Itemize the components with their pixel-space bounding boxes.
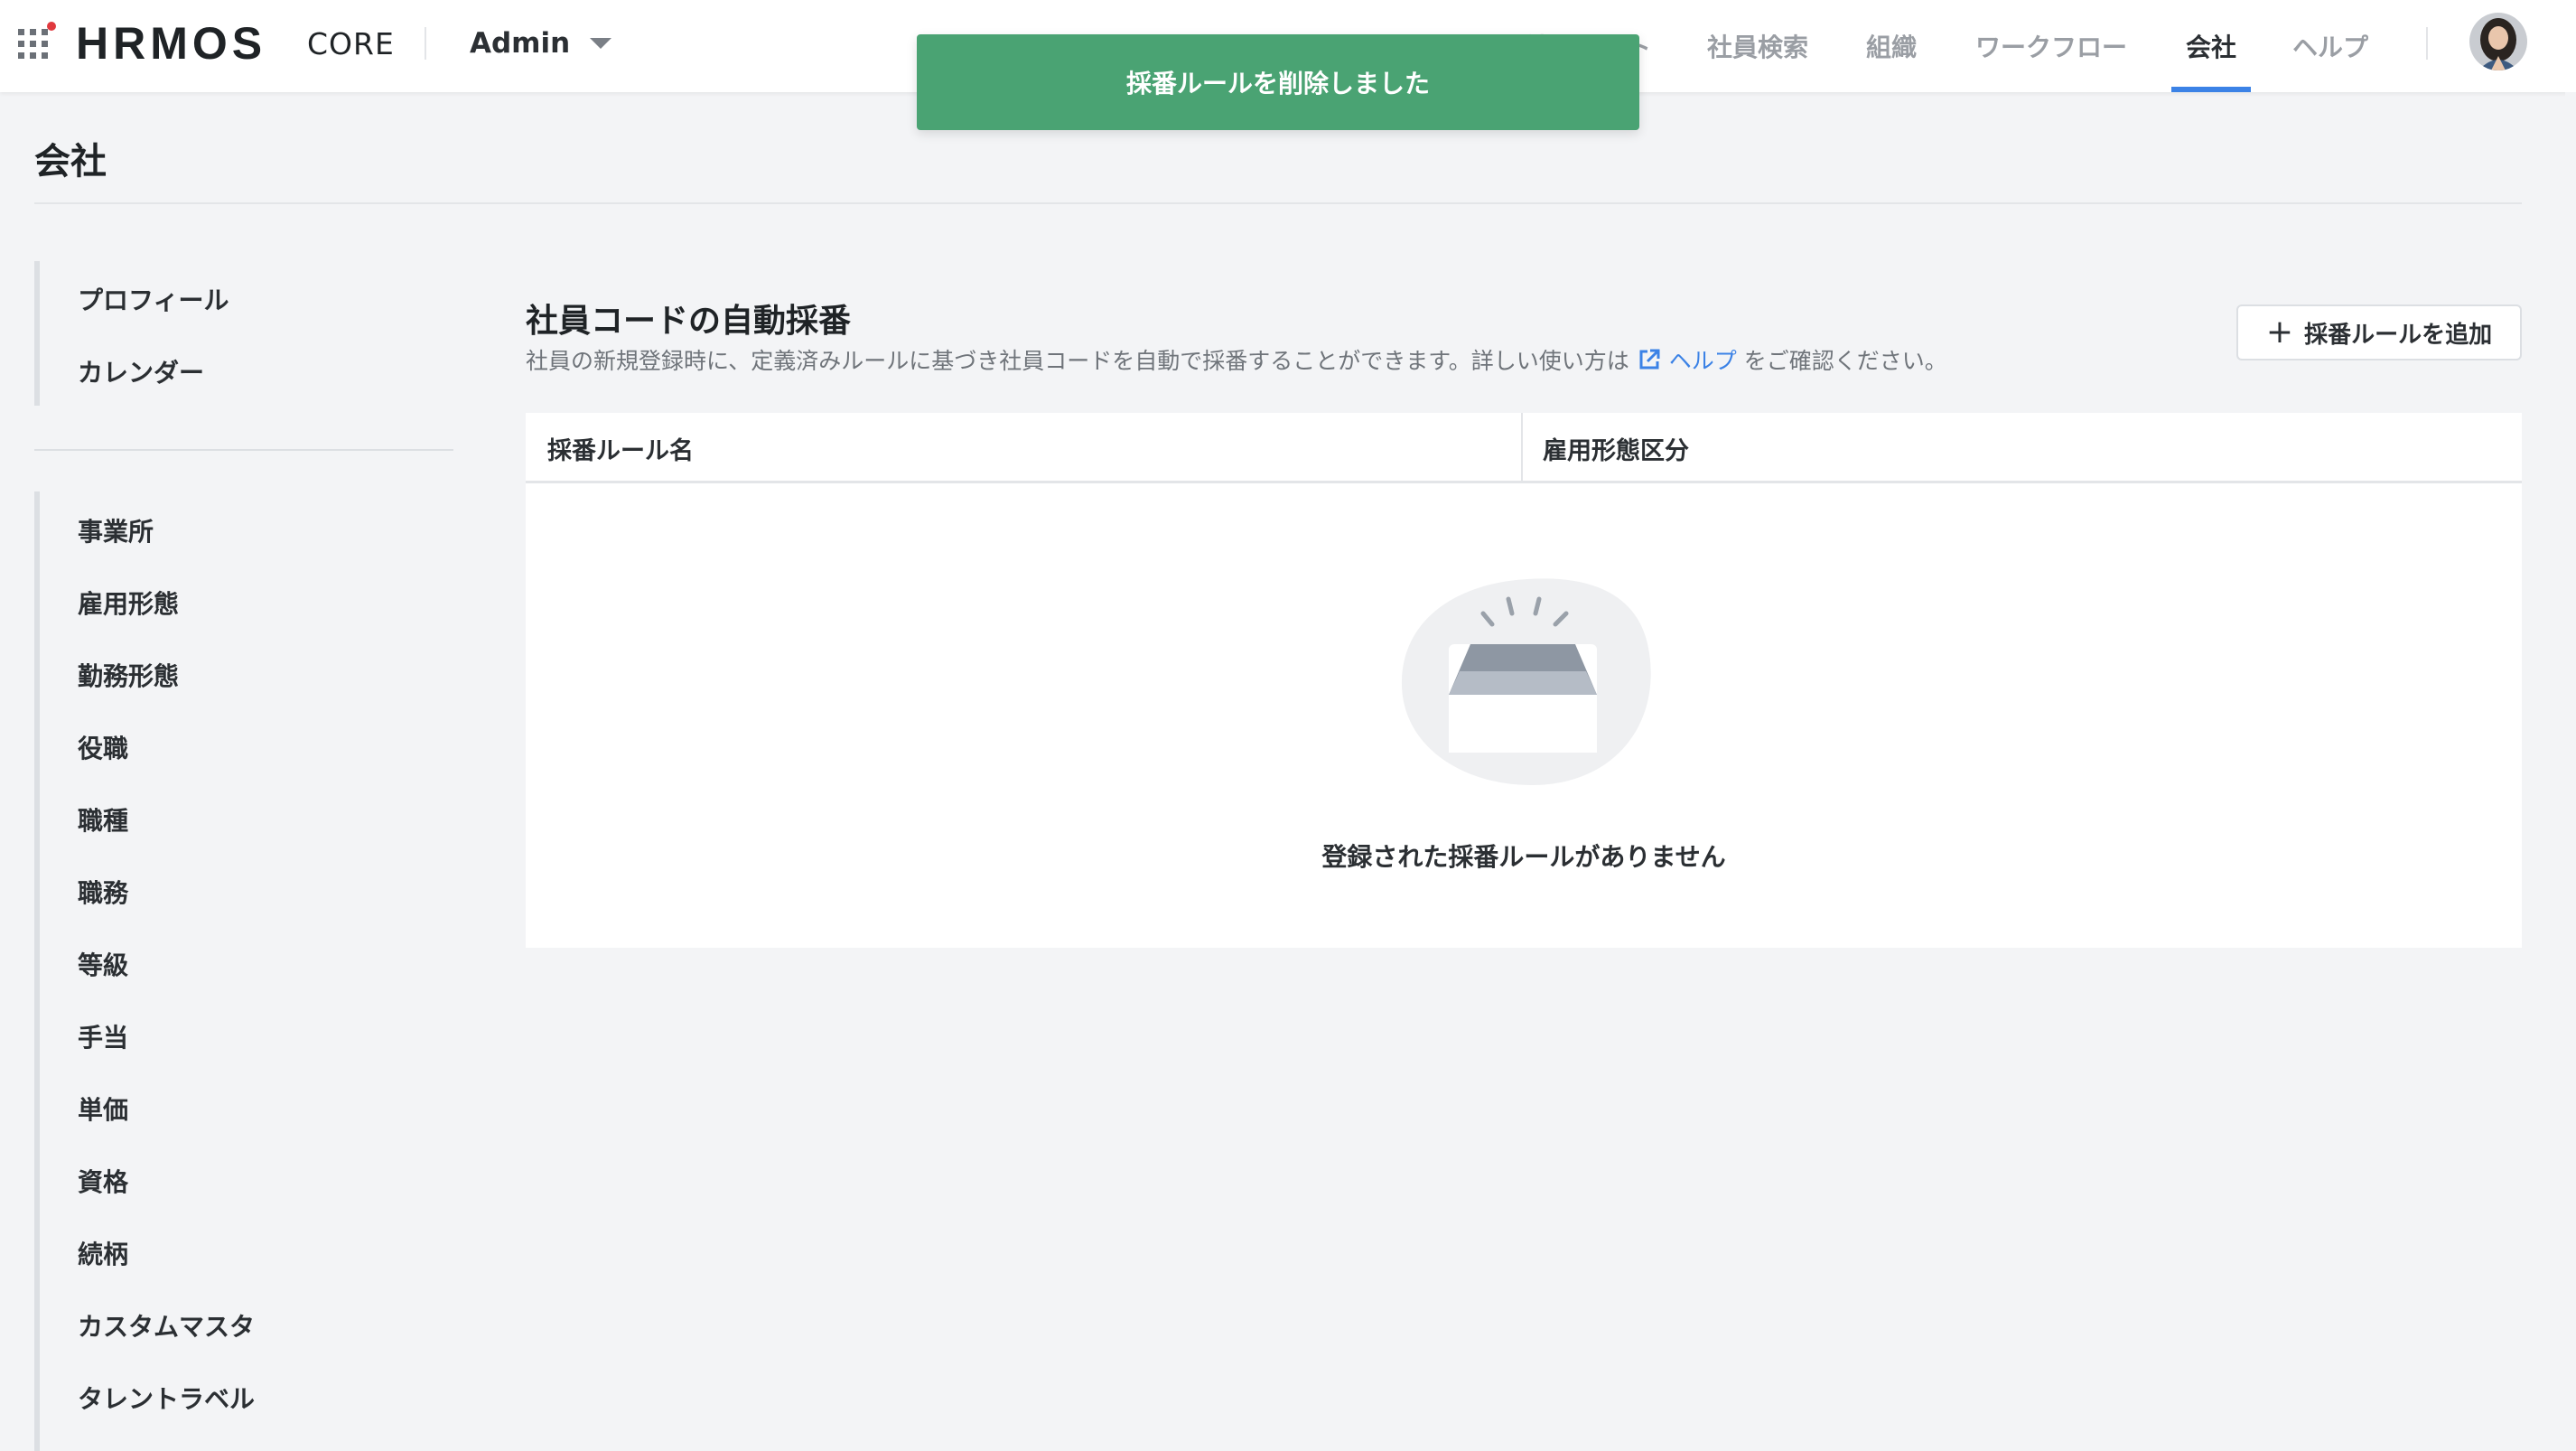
- sidebar-item-job-types[interactable]: 職種: [78, 794, 128, 845]
- sidebar-divider: [34, 449, 453, 451]
- success-toast: 採番ルールを削除しました: [917, 34, 1639, 130]
- sidebar-item-allowances[interactable]: 手当: [78, 1011, 128, 1062]
- header-divider: [425, 27, 426, 60]
- empty-state-message: 登録された採番ルールがありません: [1321, 842, 1726, 872]
- hrmos-logo[interactable]: HRMOS: [76, 16, 266, 70]
- add-numbering-rule-button[interactable]: + 採番ルールを追加: [2236, 304, 2522, 360]
- header-divider-right: [2426, 27, 2428, 60]
- table-header: 採番ルール名 雇用形態区分: [526, 413, 2522, 483]
- product-name: CORE: [307, 25, 395, 61]
- sidebar-item-duties[interactable]: 職務: [78, 866, 128, 917]
- sidebar-item-profile[interactable]: プロフィール: [78, 274, 229, 324]
- sidebar-item-relationships[interactable]: 続柄: [78, 1228, 128, 1278]
- column-header-employment-category: 雇用形態区分: [1543, 436, 1689, 465]
- nav-employee-search[interactable]: 社員検索: [1698, 0, 1817, 92]
- plus-icon: +: [2265, 314, 2294, 351]
- description-text: 社員の新規登録時に、定義済みルールに基づき社員コードを自動で採番することができま…: [526, 348, 1629, 374]
- sidebar-item-talent-labels[interactable]: タレントラベル: [78, 1372, 255, 1423]
- user-avatar[interactable]: [2469, 13, 2527, 70]
- title-divider: [34, 202, 2522, 204]
- add-button-label: 採番ルールを追加: [2304, 321, 2493, 349]
- nav-workflow[interactable]: ワークフロー: [1969, 0, 2133, 92]
- numbering-rules-table: 採番ルール名 雇用形態区分 登録された採番ルールがありません: [526, 413, 2522, 948]
- sidebar-item-grades[interactable]: 等級: [78, 939, 128, 989]
- sidebar-item-qualifications[interactable]: 資格: [78, 1156, 128, 1206]
- page-title: 会社: [34, 141, 107, 183]
- sidebar-item-positions[interactable]: 役職: [78, 722, 128, 772]
- sidebar-group-basic: [34, 261, 40, 406]
- app-switcher-icon[interactable]: [18, 22, 56, 60]
- nav-organization[interactable]: 組織: [1859, 0, 1924, 92]
- column-header-rule-name: 採番ルール名: [547, 436, 694, 465]
- nav-company[interactable]: 会社: [2171, 0, 2251, 92]
- empty-box-icon: [1401, 578, 1651, 785]
- help-link[interactable]: ヘルプ: [1637, 343, 1737, 376]
- chevron-down-icon: [590, 38, 612, 49]
- role-label: Admin: [470, 27, 571, 60]
- sidebar-group-masters: [34, 491, 40, 1451]
- sidebar-item-custom-masters[interactable]: カスタムマスタ: [78, 1300, 255, 1351]
- scrollbar[interactable]: [2565, 92, 2576, 1451]
- sidebar-item-calendar[interactable]: カレンダー: [78, 346, 204, 397]
- section-title: 社員コードの自動採番: [526, 303, 852, 340]
- role-select[interactable]: Admin: [470, 20, 612, 67]
- sidebar-item-work-styles[interactable]: 勤務形態: [78, 650, 179, 700]
- sidebar-item-offices[interactable]: 事業所: [78, 505, 154, 556]
- section-description: 社員の新規登録時に、定義済みルールに基づき社員コードを自動で採番することができま…: [526, 343, 1947, 376]
- external-link-icon: [1639, 349, 1660, 370]
- sidebar-item-employment-types[interactable]: 雇用形態: [78, 577, 179, 628]
- help-link-label: ヘルプ: [1668, 348, 1737, 374]
- description-text-end: をご確認ください。: [1743, 348, 1947, 374]
- nav-help[interactable]: ヘルプ: [2289, 0, 2372, 92]
- column-divider: [1521, 413, 1523, 483]
- sidebar-item-unit-prices[interactable]: 単価: [78, 1083, 128, 1134]
